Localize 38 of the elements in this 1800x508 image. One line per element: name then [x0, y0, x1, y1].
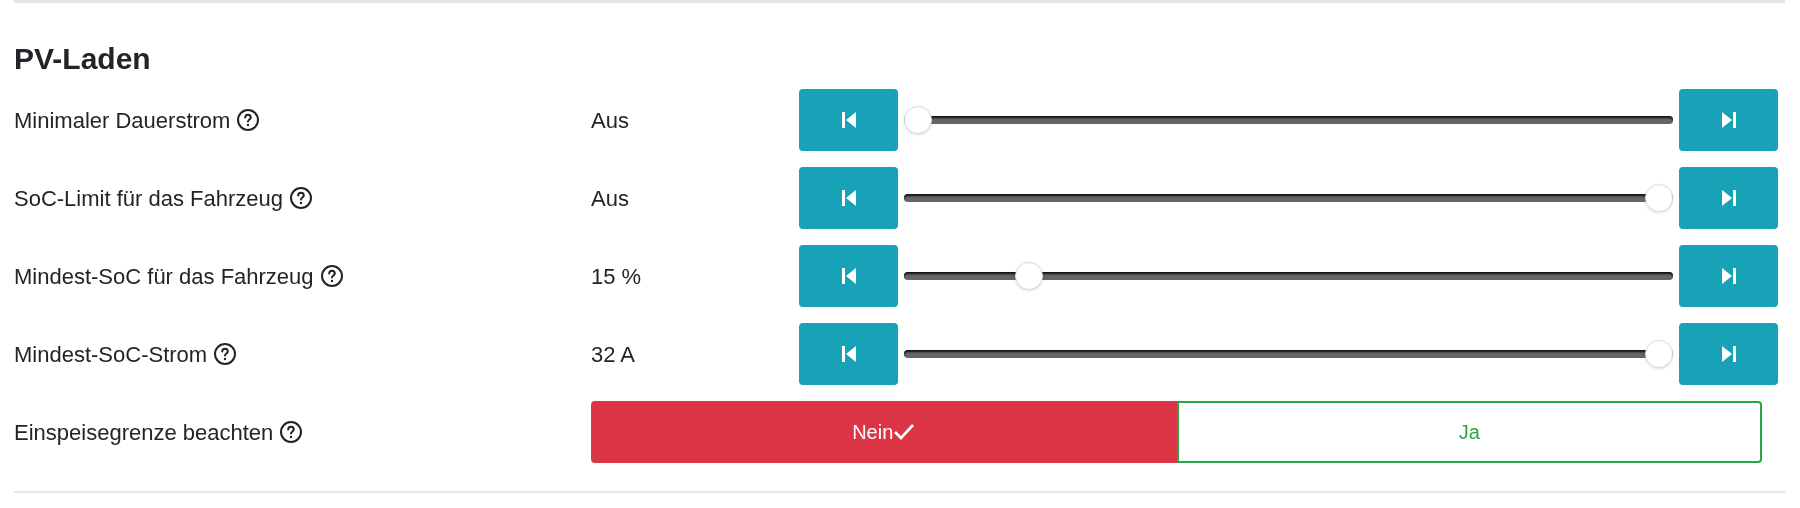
setting-label: Mindest-SoC-Strom — [14, 340, 208, 369]
toggle-option[interactable]: Ja — [1176, 401, 1762, 463]
slider-thumb[interactable] — [1645, 184, 1673, 212]
skip-back-icon — [840, 345, 857, 363]
skip-to-start-button[interactable] — [799, 89, 898, 151]
skip-forward-icon — [1720, 345, 1737, 363]
skip-to-end-button[interactable] — [1679, 323, 1778, 385]
check-icon — [893, 423, 916, 441]
skip-to-end-button[interactable] — [1679, 167, 1778, 229]
help-icon[interactable] — [319, 264, 344, 288]
slider-thumb[interactable] — [904, 106, 932, 134]
setting-value: Aus — [591, 106, 630, 135]
setting-label: Mindest-SoC für das Fahrzeug — [14, 262, 314, 291]
skip-back-icon — [840, 189, 857, 207]
setting-value: Aus — [591, 184, 630, 213]
skip-to-start-button[interactable] — [799, 323, 898, 385]
setting-label: SoC-Limit für das Fahrzeug — [14, 184, 283, 213]
help-icon[interactable] — [213, 342, 238, 366]
skip-forward-icon — [1720, 267, 1737, 285]
skip-to-start-button[interactable] — [799, 167, 898, 229]
help-icon[interactable] — [279, 420, 304, 444]
skip-to-end-button[interactable] — [1679, 89, 1778, 151]
setting-value: 32 A — [591, 340, 637, 369]
slider-thumb[interactable] — [1015, 262, 1044, 290]
skip-to-start-button[interactable] — [799, 245, 898, 307]
skip-to-end-button[interactable] — [1679, 245, 1778, 307]
setting-label: Minimaler Dauerstrom — [14, 106, 231, 135]
help-icon[interactable] — [236, 108, 261, 132]
toggle-option[interactable]: Nein — [591, 401, 1177, 463]
skip-forward-icon — [1720, 189, 1737, 207]
slider-thumb[interactable] — [1645, 340, 1673, 368]
section-title: PV-Laden — [14, 41, 151, 77]
help-icon[interactable] — [289, 186, 313, 210]
skip-back-icon — [840, 267, 857, 285]
setting-label: Einspeisegrenze beachten — [14, 418, 274, 447]
skip-back-icon — [840, 111, 857, 129]
skip-forward-icon — [1720, 111, 1737, 129]
setting-value: 15 % — [591, 262, 643, 291]
